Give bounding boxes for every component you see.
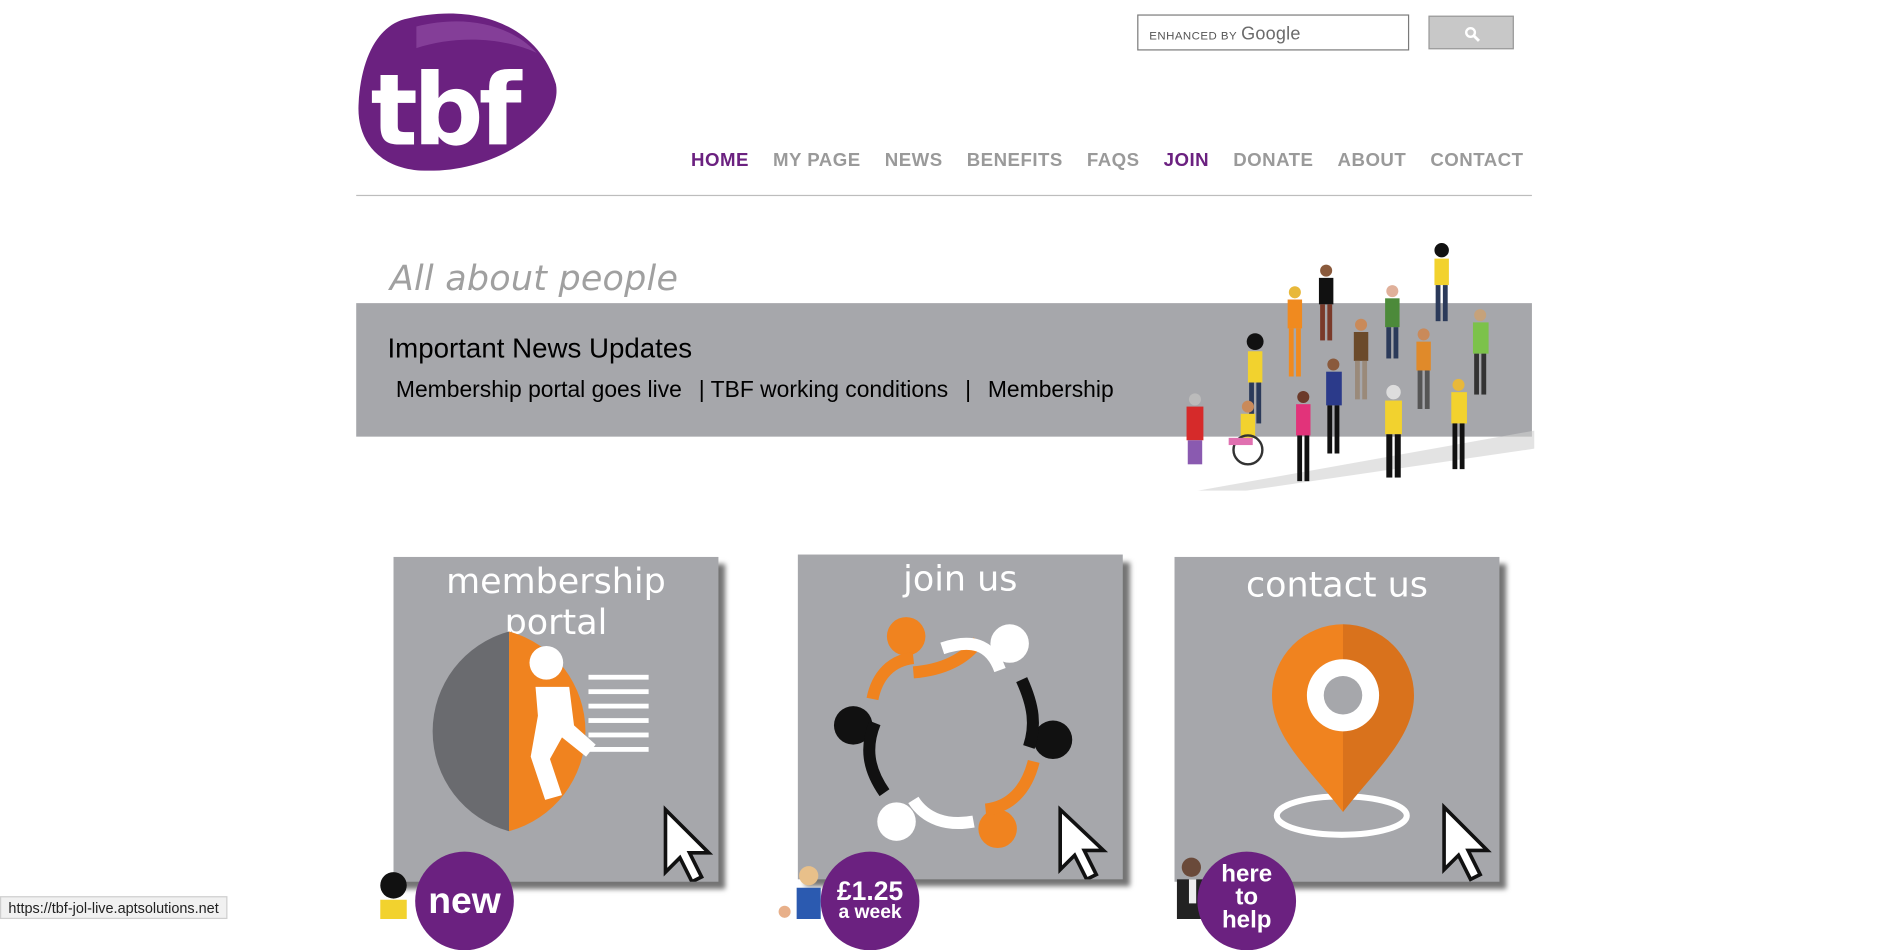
ticker-item[interactable]: Membership portal goes live <box>396 378 682 403</box>
header-divider <box>356 194 1532 197</box>
nav-about[interactable]: ABOUT <box>1338 150 1407 172</box>
nav-benefits[interactable]: BENEFITS <box>967 150 1063 172</box>
price-badge: £1.25 a week <box>820 851 920 950</box>
cursor-arrow-icon <box>663 805 714 882</box>
search-enhanced-label: ENHANCED BY <box>1149 30 1238 44</box>
price-value: £1.25 <box>836 875 904 906</box>
new-badge: new <box>415 851 514 950</box>
nav-faqs[interactable]: FAQS <box>1087 150 1140 172</box>
tbf-logo[interactable]: tbf <box>356 10 561 171</box>
nav-join[interactable]: JOIN <box>1164 150 1209 172</box>
nav-donate[interactable]: DONATE <box>1233 150 1313 172</box>
cursor-arrow-icon <box>1058 805 1109 880</box>
map-pin-icon <box>1271 624 1492 882</box>
portal-door-icon <box>432 631 714 882</box>
person-figure <box>380 872 407 920</box>
logo-text: tbf <box>371 53 523 168</box>
contact-us-card[interactable]: contact us <box>1174 556 1500 882</box>
help-badge: here to help <box>1197 851 1297 950</box>
nav-my-page[interactable]: MY PAGE <box>773 150 861 172</box>
search-brand: Google <box>1241 24 1301 45</box>
nav-contact[interactable]: CONTACT <box>1430 150 1523 172</box>
ticker-item[interactable]: Membership <box>988 378 1114 403</box>
help-line-1: here <box>1221 861 1273 888</box>
main-nav: HOME MY PAGE NEWS BENEFITS FAQS JOIN DON… <box>691 150 1523 172</box>
cursor-arrow-icon <box>1442 802 1492 882</box>
nav-news[interactable]: NEWS <box>885 150 943 172</box>
person-figure <box>778 866 821 920</box>
people-illustration <box>1186 242 1535 491</box>
nav-home[interactable]: HOME <box>691 150 749 172</box>
join-us-card[interactable]: join us <box>797 554 1123 880</box>
news-ticker[interactable]: Membership portal goes live | TBF working… <box>396 378 1159 404</box>
tagline: All about people <box>389 257 679 299</box>
ticker-item[interactable]: | TBF working conditions <box>699 378 949 403</box>
new-badge-text: new <box>428 879 501 922</box>
search-placeholder: ENHANCED BY Google <box>1149 24 1300 44</box>
help-line-2: to <box>1235 884 1259 911</box>
people-circle-icon <box>833 617 1109 880</box>
news-title: Important News Updates <box>387 332 693 364</box>
search-button[interactable] <box>1428 15 1514 50</box>
help-line-3: help <box>1221 906 1272 934</box>
ticker-separator: | <box>965 377 972 403</box>
status-bar-url: https://tbf-jol-live.aptsolutions.net <box>0 896 228 920</box>
search-icon <box>1465 26 1480 42</box>
membership-portal-card[interactable]: membership portal <box>393 556 719 882</box>
search-input[interactable]: ENHANCED BY Google <box>1137 14 1410 51</box>
